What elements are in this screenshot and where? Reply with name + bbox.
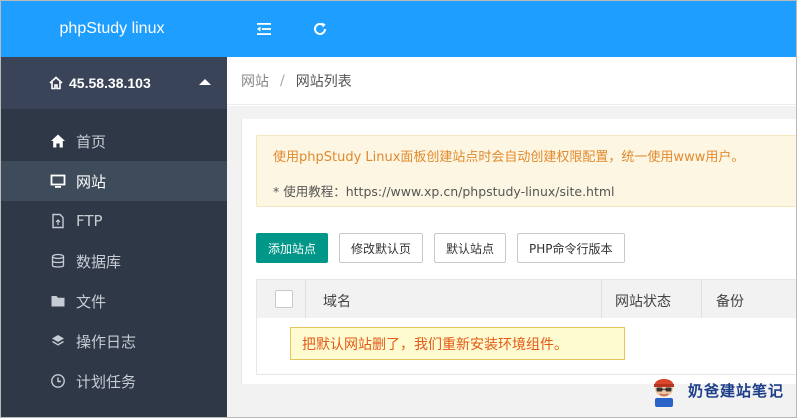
breadcrumb-separator: / <box>280 72 285 89</box>
layers-icon <box>52 335 64 346</box>
server-ip: 45.58.38.103 <box>69 75 151 91</box>
notice-text: 使用phpStudy Linux面板创建站点时会自动创建权限配置，统一使用www… <box>273 150 745 165</box>
watermark: 奶爸建站笔记 <box>646 372 784 408</box>
sidebar-item-files[interactable]: 文件 <box>1 281 227 321</box>
brand-logo: phpStudy linux <box>1 1 227 57</box>
column-header-status[interactable]: 网站状态 <box>615 291 671 311</box>
server-switcher[interactable]: 45.58.38.103 <box>1 57 227 109</box>
file-icon <box>52 213 64 229</box>
caret-up-icon[interactable] <box>199 79 211 85</box>
sidebar: phpStudy linux 45.58.38.103 首页 网站 FTP 数据… <box>1 1 227 417</box>
top-bar <box>227 1 796 57</box>
column-divider <box>601 280 602 318</box>
sidebar-item-database[interactable]: 数据库 <box>1 241 227 281</box>
sidebar-item-label: 操作日志 <box>76 332 137 351</box>
column-divider <box>701 280 702 318</box>
refresh-icon[interactable] <box>311 20 329 38</box>
sidebar-item-ftp[interactable]: FTP <box>1 201 227 241</box>
sidebar-item-label: 文件 <box>76 292 107 311</box>
edit-default-page-button[interactable]: 修改默认页 <box>339 233 424 263</box>
column-header-domain[interactable]: 域名 <box>323 291 351 311</box>
sidebar-item-operation-log[interactable]: 操作日志 <box>1 321 227 361</box>
home-icon <box>51 134 65 148</box>
breadcrumb: 网站 / 网站列表 <box>227 57 796 105</box>
sidebar-menu: 首页 网站 FTP 数据库 文件 操作日志 计划任务 <box>1 121 227 401</box>
home-icon <box>49 76 63 90</box>
monitor-icon <box>50 174 66 188</box>
sidebar-item-home[interactable]: 首页 <box>1 121 227 161</box>
sidebar-item-scheduled-tasks[interactable]: 计划任务 <box>1 361 227 401</box>
info-notice: 使用phpStudy Linux面板创建站点时会自动创建权限配置，统一使用www… <box>256 135 796 207</box>
clock-icon <box>51 374 65 388</box>
php-cli-version-button[interactable]: PHP命令行版本 <box>517 233 625 263</box>
sidebar-item-label: 数据库 <box>76 252 122 271</box>
add-site-button[interactable]: 添加站点 <box>256 233 329 263</box>
toolbar: 添加站点 修改默认页 默认站点 PHP命令行版本 <box>256 233 636 263</box>
notice-tutorial-link[interactable]: * 使用教程：https://www.xp.cn/phpstudy-linux/… <box>273 181 796 200</box>
menu-collapse-icon[interactable] <box>255 20 273 38</box>
breadcrumb-root[interactable]: 网站 <box>241 71 269 91</box>
folder-icon <box>51 296 65 307</box>
app-window: phpStudy linux 45.58.38.103 首页 网站 FTP 数据… <box>0 0 797 418</box>
sidebar-item-label: 计划任务 <box>76 372 137 391</box>
mascot-logo-icon <box>653 379 674 407</box>
breadcrumb-current: 网站列表 <box>295 73 352 90</box>
sidebar-item-label: FTP <box>76 212 103 230</box>
column-header-backup[interactable]: 备份 <box>716 291 744 311</box>
column-divider <box>305 280 306 318</box>
annotation-callout: 把默认网站删了，我们重新安装环境组件。 <box>290 327 625 360</box>
database-icon <box>51 253 65 268</box>
watermark-text: 奶爸建站笔记 <box>687 381 784 400</box>
sidebar-item-website[interactable]: 网站 <box>1 161 227 201</box>
table-header: 域名 网站状态 备份 <box>257 280 796 318</box>
default-site-button[interactable]: 默认站点 <box>434 233 507 263</box>
select-all-checkbox[interactable] <box>275 290 293 308</box>
sidebar-item-label: 首页 <box>76 132 107 151</box>
main-content: 使用phpStudy Linux面板创建站点时会自动创建权限配置，统一使用www… <box>227 106 796 417</box>
sidebar-item-label: 网站 <box>76 172 107 191</box>
